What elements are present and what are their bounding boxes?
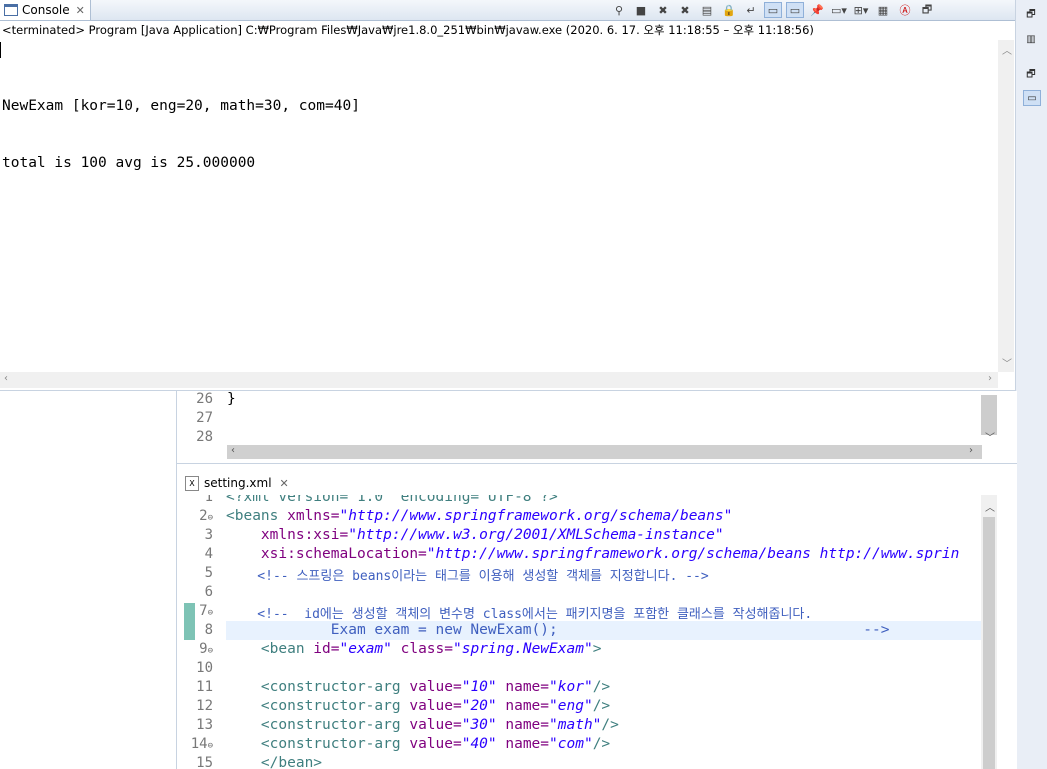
console-icon: [4, 4, 18, 16]
line-number: 3: [204, 527, 213, 543]
close-icon[interactable]: ✕: [76, 4, 85, 17]
tab-setting-xml[interactable]: X setting.xml ✕: [185, 472, 289, 494]
line-number: 9⊖: [199, 641, 213, 657]
java-horizontal-scrollbar[interactable]: [227, 445, 982, 459]
restore-icon[interactable]: 🗗: [918, 2, 936, 18]
terminate-icon[interactable]: ■: [632, 2, 650, 18]
open-console-icon[interactable]: ⊞▾: [852, 2, 870, 18]
line-number: 8: [204, 622, 213, 638]
line-number: 4: [204, 546, 213, 562]
xml-tab-label: setting.xml: [204, 476, 272, 490]
console-output[interactable]: NewExam [kor=10, eng=20, math=30, com=40…: [0, 40, 360, 211]
line-number: 1: [204, 495, 213, 505]
remove-all-terminated-icon[interactable]: ✖: [676, 2, 694, 18]
comment-line: <!-- 스프링은 beans이라는 태그를 이용해 생성할 객체를 지정합니다…: [226, 569, 709, 584]
console-tabbar: Console ✕ ⚲ ■ ✖ ✖ ▤ 🔒 ↵ ▭ ▭ 📌 ▭▾ ⊞▾ ▦ Ⓐ …: [0, 0, 1015, 21]
console-view: Console ✕ ⚲ ■ ✖ ✖ ▤ 🔒 ↵ ▭ ▭ 📌 ▭▾ ⊞▾ ▦ Ⓐ …: [0, 0, 1016, 391]
line-number: 11: [196, 679, 213, 695]
console-toolbar: ⚲ ■ ✖ ✖ ▤ 🔒 ↵ ▭ ▭ 📌 ▭▾ ⊞▾ ▦ Ⓐ 🗗: [610, 1, 940, 19]
line-number: 27: [196, 410, 213, 426]
xml-file-icon: X: [185, 475, 199, 491]
console-view-icon[interactable]: ▭: [1023, 90, 1041, 106]
pin-icon[interactable]: ⚲: [610, 2, 628, 18]
console-status-line: <terminated> Program [Java Application] …: [2, 23, 814, 37]
scroll-lock-icon[interactable]: 🔒: [720, 2, 738, 18]
line-number: 6: [204, 584, 213, 600]
left-panel-area: [0, 391, 176, 769]
scroll-up-icon[interactable]: ︿: [1002, 42, 1012, 57]
restore-icon[interactable]: 🗗: [1023, 68, 1039, 82]
help-icon[interactable]: Ⓐ: [896, 2, 914, 18]
comment-line: <!-- id에는 생성할 객체의 변수명 class에서는 패키지명을 포함한…: [226, 607, 813, 622]
line-number-gutter: 1 2⊖ 3 4 5 6 7⊖ 8 9⊖ 10 11 12 13 14⊖ 15: [177, 495, 225, 769]
code-line: </bean>: [226, 755, 323, 769]
line-number: 15: [196, 755, 213, 769]
code-line: <constructor-arg value="20" name="eng"/>: [226, 698, 611, 714]
show-on-stdout-icon[interactable]: ▭: [764, 2, 782, 18]
word-wrap-icon[interactable]: ↵: [742, 2, 760, 18]
console-vertical-scrollbar[interactable]: ︿ ﹀: [998, 40, 1014, 372]
line-number: 2⊖: [199, 508, 213, 524]
code-line: }: [227, 391, 236, 407]
remove-launch-icon[interactable]: ✖: [654, 2, 672, 18]
console-tab-label: Console: [22, 3, 70, 17]
java-editor[interactable]: 26 27 28 } ﹀ ‹ ›: [176, 391, 1017, 463]
scroll-right-icon[interactable]: ›: [988, 373, 992, 384]
view-menu-icon[interactable]: ▦: [874, 2, 892, 18]
code-line: <constructor-arg value="10" name="kor"/>: [226, 679, 611, 695]
scroll-left-icon[interactable]: ‹: [231, 445, 235, 456]
pin-console-icon[interactable]: 📌: [808, 2, 826, 18]
xml-editor[interactable]: 1 2⊖ 3 4 5 6 7⊖ 8 9⊖ 10 11 12 13 14⊖ 15 …: [176, 495, 1017, 769]
code-line: xsi:schemaLocation="http://www.springfra…: [226, 546, 960, 562]
line-number: 7⊖: [199, 603, 213, 619]
scroll-left-icon[interactable]: ‹: [4, 373, 8, 384]
show-on-stderr-icon[interactable]: ▭: [786, 2, 804, 18]
fold-icon: ⊖: [207, 741, 213, 751]
xml-editor-tabbar: X setting.xml ✕: [176, 463, 1017, 496]
clear-console-icon[interactable]: ▤: [698, 2, 716, 18]
scroll-up-icon[interactable]: ︿: [985, 499, 995, 514]
fold-icon: ⊖: [207, 608, 213, 618]
scroll-down-icon[interactable]: ﹀: [985, 429, 995, 444]
line-number: 10: [196, 660, 213, 676]
scrollbar-thumb[interactable]: [983, 517, 995, 769]
fold-icon: ⊖: [207, 646, 213, 656]
console-output-line: NewExam [kor=10, eng=20, math=30, com=40…: [2, 98, 360, 114]
right-trim-stack: 🗗 ▥ 🗗 ▭: [1016, 0, 1047, 769]
console-horizontal-scrollbar[interactable]: ‹ ›: [0, 372, 998, 388]
close-icon[interactable]: ✕: [280, 477, 289, 490]
scroll-down-icon[interactable]: ﹀: [1002, 355, 1012, 370]
comment-line: Exam exam = new NewExam(); -->: [226, 622, 890, 638]
code-line: <constructor-arg value="30" name="math"/…: [226, 717, 619, 733]
code-line: <beans xmlns="http://www.springframework…: [226, 508, 733, 524]
line-number: 28: [196, 429, 213, 445]
fold-icon: ⊖: [207, 513, 213, 523]
code-line: <constructor-arg value="40" name="com"/>: [226, 736, 611, 752]
scroll-right-icon[interactable]: ›: [969, 445, 973, 456]
code-line: xmlns:xsi="http://www.w3.org/2001/XMLSch…: [226, 527, 724, 543]
line-number: 12: [196, 698, 213, 714]
tab-console[interactable]: Console ✕: [0, 0, 91, 20]
line-number: 5: [204, 565, 213, 581]
code-line: <bean id="exam" class="spring.NewExam">: [226, 641, 602, 657]
line-number: 14⊖: [190, 736, 213, 752]
console-output-line: total is 100 avg is 25.000000: [2, 155, 256, 171]
code-line: <?xml version="1.0" encoding="UTF-8"?>: [226, 495, 558, 505]
text-caret: [0, 42, 1, 58]
line-number: 26: [196, 391, 213, 407]
servers-view-icon[interactable]: ▥: [1023, 32, 1039, 46]
restore-icon[interactable]: 🗗: [1023, 8, 1039, 22]
display-selected-console-icon[interactable]: ▭▾: [830, 2, 848, 18]
line-number: 13: [196, 717, 213, 733]
